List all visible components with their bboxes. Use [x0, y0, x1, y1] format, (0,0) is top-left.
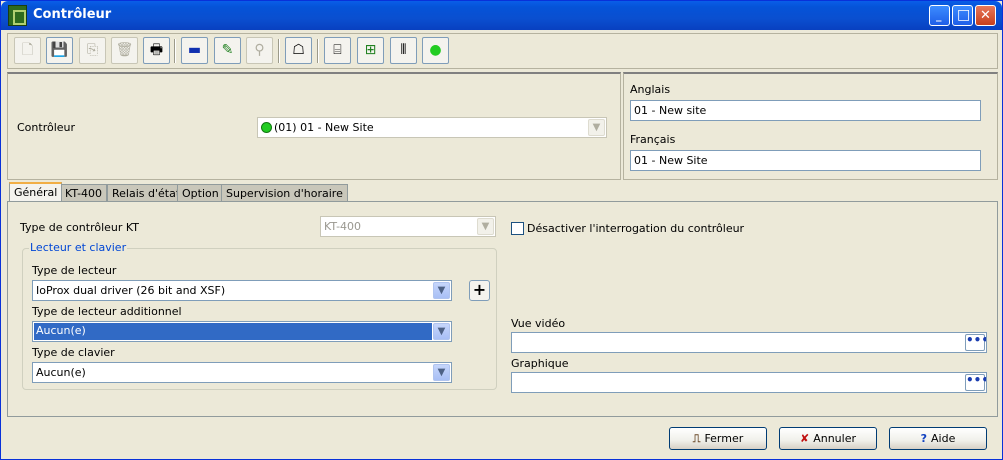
- edit-icon: ✎: [221, 42, 234, 58]
- add-reader-button[interactable]: +: [469, 280, 490, 301]
- additional-reader-label: Type de lecteur additionnel: [32, 305, 182, 318]
- controller-combo[interactable]: (01) 01 - New Site ▼: [257, 117, 607, 138]
- disable-polling-checkbox[interactable]: [511, 222, 524, 235]
- relay-button[interactable]: ⦀: [390, 37, 417, 64]
- status-online-icon: [261, 122, 272, 133]
- controller-type-value: KT-400: [324, 220, 362, 233]
- keypad-type-label: Type de clavier: [32, 346, 115, 359]
- french-name-field[interactable]: 01 - New Site: [630, 150, 981, 171]
- maximize-button[interactable]: □: [952, 5, 973, 26]
- disable-polling-label: Désactiver l'interrogation du contrôleur: [527, 222, 745, 235]
- browse-graphic-button[interactable]: •••: [965, 373, 987, 391]
- ellipsis-icon: •••: [966, 333, 987, 347]
- find-icon: ⚲: [254, 42, 265, 58]
- new-button[interactable]: 🗋: [14, 37, 41, 64]
- title-bar: Contrôleur _ □ ✕: [1, 1, 1002, 30]
- english-label: Anglais: [630, 83, 671, 96]
- reader-button[interactable]: ⊞: [357, 37, 384, 64]
- delete-icon: 🗑: [115, 42, 134, 58]
- find-button[interactable]: ⚲: [246, 37, 273, 64]
- graphic-label: Graphique: [511, 357, 569, 370]
- video-field[interactable]: •••: [511, 332, 987, 353]
- plus-icon: +: [472, 280, 487, 299]
- controller-type-combo[interactable]: KT-400 ▼: [320, 216, 496, 237]
- additional-reader-value: Aucun(e): [34, 323, 432, 340]
- french-label: Français: [630, 133, 676, 146]
- language-panel: Anglais 01 - New site Français 01 - New …: [623, 72, 998, 180]
- copy-icon: ⎘: [86, 42, 99, 58]
- close-dialog-label: Fermer: [704, 432, 744, 445]
- reader-icon: ⊞: [364, 42, 377, 58]
- toolbar: 🗋 💾 ⎘ 🗑 🖶 ▬ ✎ ⚲ ☖ ⌸ ⊞ ⦀ ●: [7, 33, 998, 69]
- toolbar-separator: [317, 39, 319, 63]
- close-icon: ✕: [980, 8, 991, 23]
- cancel-x-icon: ✘: [799, 432, 810, 445]
- reader-type-label: Type de lecteur: [32, 264, 117, 277]
- additional-reader-combo[interactable]: Aucun(e) ▼: [32, 321, 452, 342]
- general-tab-panel: Type de contrôleur KT KT-400 ▼ Désactive…: [7, 201, 998, 417]
- controller-combo-value: (01) 01 - New Site: [274, 121, 374, 134]
- door-button[interactable]: ⌸: [324, 37, 351, 64]
- video-label: Vue vidéo: [511, 317, 566, 330]
- minimize-button[interactable]: _: [929, 5, 950, 26]
- toolbar-separator: [278, 39, 280, 63]
- help-label: Aide: [931, 432, 956, 445]
- ellipsis-icon: •••: [966, 373, 987, 387]
- toolbar-separator: [174, 39, 176, 63]
- tab-status-relays[interactable]: Relais d'état: [107, 184, 186, 202]
- close-button[interactable]: ✕: [975, 5, 996, 26]
- minimize-icon: _: [936, 9, 942, 22]
- english-name-field[interactable]: 01 - New site: [630, 100, 981, 121]
- maximize-icon: □: [957, 7, 971, 23]
- cancel-button[interactable]: ✘ Annuler: [779, 427, 877, 450]
- keypad-type-value: Aucun(e): [36, 366, 86, 379]
- chevron-down-icon[interactable]: ▼: [588, 119, 605, 136]
- edit-button[interactable]: ✎: [214, 37, 241, 64]
- reader-keypad-group: Lecteur et clavier Type de lecteur IoPro…: [22, 241, 497, 390]
- group-title: Lecteur et clavier: [29, 241, 128, 254]
- tab-schedule-supervision[interactable]: Supervision d'horaire: [221, 184, 348, 202]
- door-icon: ⌸: [333, 42, 342, 58]
- save-button[interactable]: 💾: [46, 37, 73, 64]
- tab-general[interactable]: Général: [9, 182, 63, 203]
- help-question-icon: ?: [920, 432, 928, 445]
- controller-type-label: Type de contrôleur KT: [20, 221, 139, 234]
- status-icon: ●: [429, 42, 442, 58]
- chevron-down-icon[interactable]: ▼: [433, 323, 450, 340]
- delete-button[interactable]: 🗑: [111, 37, 138, 64]
- window-title: Contrôleur: [33, 7, 112, 22]
- new-icon: 🗋: [21, 42, 34, 58]
- report-button[interactable]: ☖: [285, 37, 312, 64]
- chevron-down-icon[interactable]: ▼: [477, 218, 494, 235]
- controller-app-icon: [8, 5, 27, 26]
- status-button[interactable]: ●: [422, 37, 449, 64]
- print-button[interactable]: 🖶: [143, 37, 170, 64]
- tab-option[interactable]: Option: [177, 184, 224, 202]
- keypad-type-combo[interactable]: Aucun(e) ▼: [32, 362, 452, 383]
- help-button[interactable]: ? Aide: [889, 427, 987, 450]
- link-button[interactable]: ▬: [181, 37, 208, 64]
- report-icon: ☖: [292, 42, 305, 58]
- reader-type-value: IoProx dual driver (26 bit and XSF): [36, 284, 226, 297]
- save-icon: 💾: [50, 42, 69, 58]
- copy-button[interactable]: ⎘: [79, 37, 106, 64]
- tab-kt400[interactable]: KT-400: [60, 184, 108, 202]
- controller-label: Contrôleur: [17, 121, 76, 134]
- close-dialog-button[interactable]: ⎍ Fermer: [669, 427, 767, 450]
- reader-type-combo[interactable]: IoProx dual driver (26 bit and XSF) ▼: [32, 280, 452, 301]
- relay-icon: ⦀: [400, 42, 407, 58]
- print-icon: 🖶: [149, 42, 164, 58]
- cancel-label: Annuler: [813, 432, 856, 445]
- link-icon: ▬: [187, 42, 202, 58]
- controller-window: Contrôleur _ □ ✕ 🗋 💾 ⎘ 🗑 🖶 ▬ ✎ ⚲ ☖ ⌸ ⊞ ⦀…: [0, 0, 1003, 460]
- graphic-field[interactable]: •••: [511, 372, 987, 393]
- controller-header-panel: Contrôleur (01) 01 - New Site ▼: [7, 72, 621, 180]
- browse-video-button[interactable]: •••: [965, 333, 987, 351]
- chevron-down-icon[interactable]: ▼: [433, 282, 450, 299]
- chevron-down-icon[interactable]: ▼: [433, 364, 450, 381]
- door-exit-icon: ⎍: [692, 432, 701, 445]
